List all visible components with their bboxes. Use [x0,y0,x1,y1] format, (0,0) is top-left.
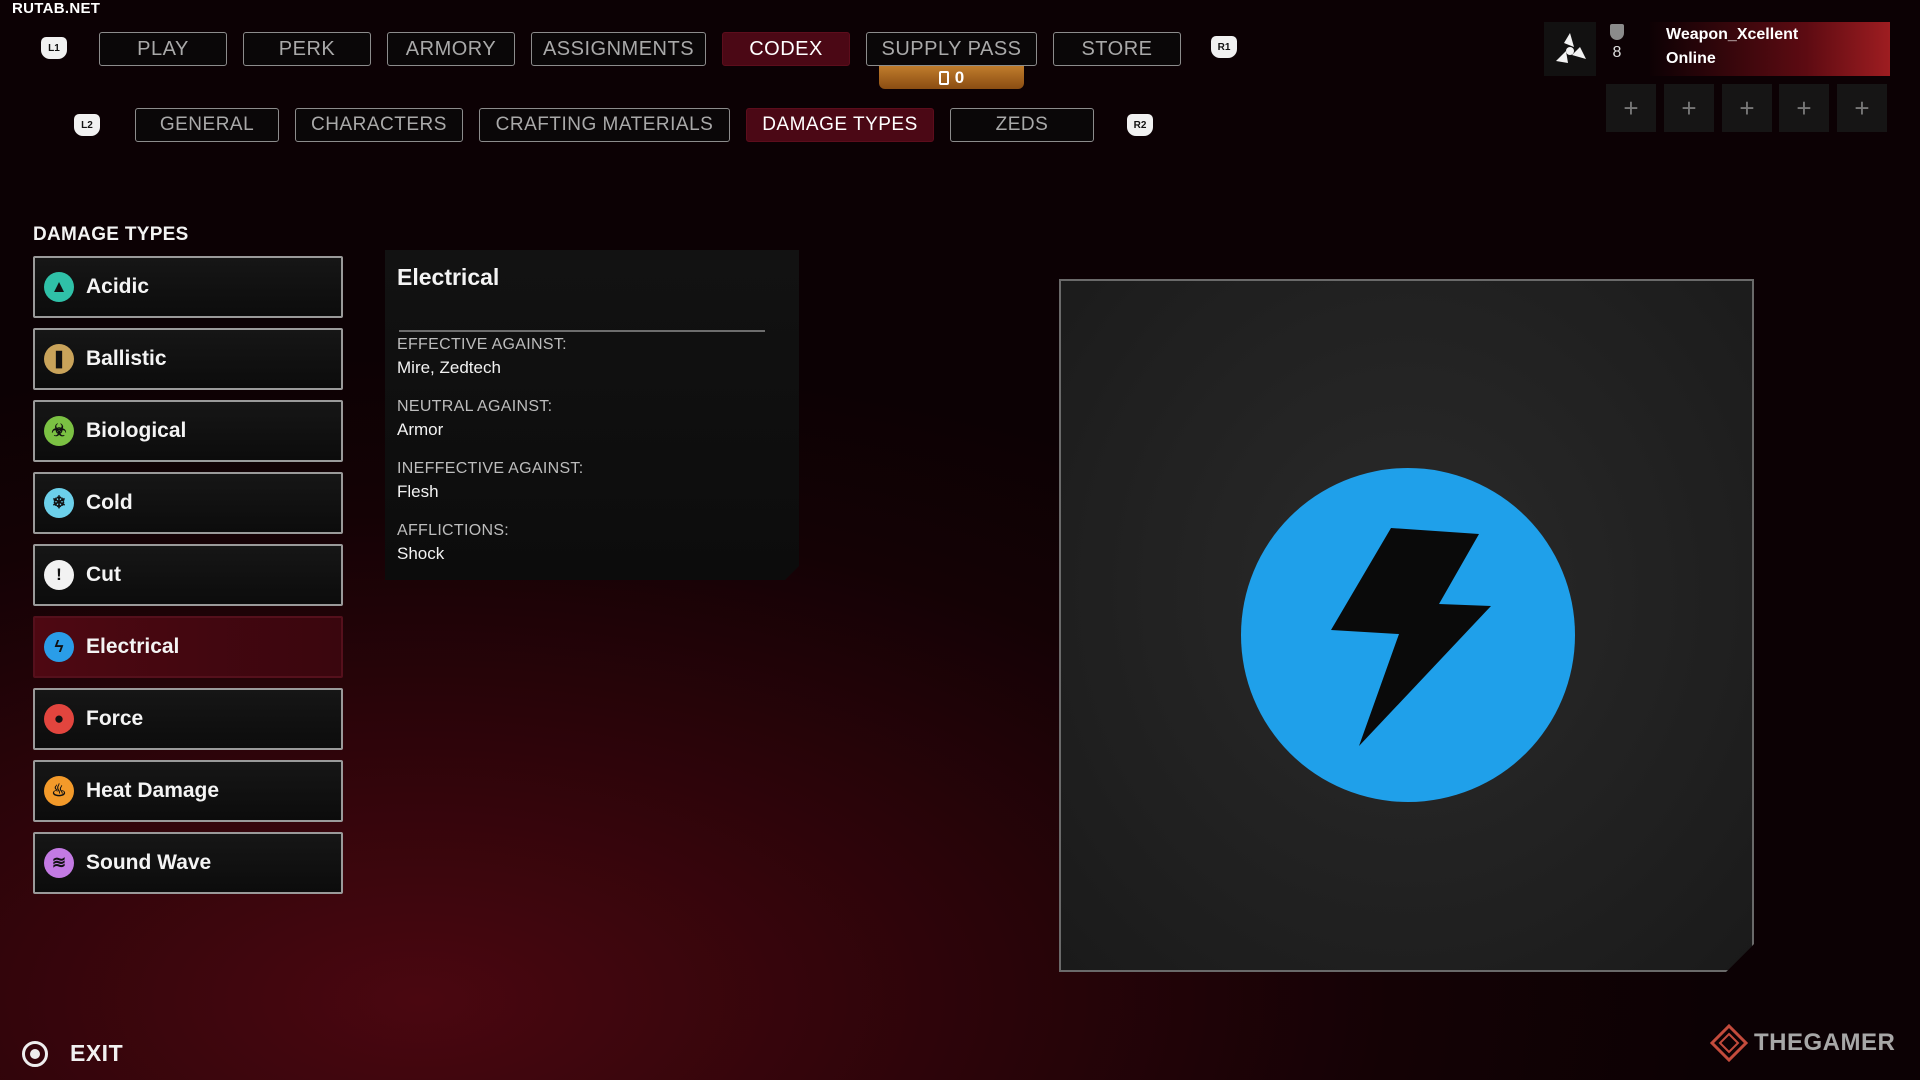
damage-item-electrical[interactable]: ϟ Electrical [33,616,343,678]
acidic-icon: ▲ [44,272,74,302]
r2-button-hint: R2 [1127,114,1153,136]
tab-codex[interactable]: CODEX [722,32,850,66]
party-slot-2[interactable]: + [1664,84,1714,132]
snowflake-icon: ❄ [44,488,74,518]
party-slot-4[interactable]: + [1779,84,1829,132]
party-slot-1[interactable]: + [1606,84,1656,132]
electrical-emblem [1241,468,1575,802]
biohazard-icon: ☣ [44,416,74,446]
l1-button-hint: L1 [41,37,67,59]
damage-type-preview-card [1059,279,1754,972]
effective-against-label: EFFECTIVE AGAINST: [397,336,567,353]
damage-item-label: Biological [86,419,187,442]
damage-item-ballistic[interactable]: ❚ Ballistic [33,328,343,390]
damage-item-label: Heat Damage [86,779,220,802]
damage-item-sound-wave[interactable]: ≋ Sound Wave [33,832,343,894]
subtab-damage-types[interactable]: DAMAGE TYPES [746,108,934,142]
l2-button-hint: L2 [74,114,100,136]
blade-icon: ! [44,560,74,590]
ineffective-against-value: Flesh [397,482,439,501]
soundwave-icon: ≋ [44,848,74,878]
detail-divider [399,330,765,332]
site-watermark: RUTAB.NET [12,0,101,17]
damage-item-label: Electrical [86,635,180,658]
party-slot-5[interactable]: + [1837,84,1887,132]
damage-item-label: Cold [86,491,133,514]
tab-assignments[interactable]: ASSIGNMENTS [531,32,706,66]
supply-pass-count: 0 [954,67,965,87]
level-gem-icon [1610,24,1624,40]
detail-title: Electrical [397,264,500,290]
flame-icon: ♨ [44,776,74,806]
circle-button-icon [22,1040,48,1067]
exit-label: EXIT [70,1040,124,1066]
subtab-characters[interactable]: CHARACTERS [295,108,463,142]
triskelion-icon [1556,33,1586,63]
ineffective-against-label: INEFFECTIVE AGAINST: [397,460,584,477]
neutral-against-value: Armor [397,420,444,439]
player-status: Online [1666,50,1716,67]
subtab-general[interactable]: GENERAL [135,108,279,142]
neutral-against-label: NEUTRAL AGAINST: [397,398,553,415]
damage-item-acidic[interactable]: ▲ Acidic [33,256,343,318]
tab-supply-pass[interactable]: SUPPLY PASS [866,32,1037,66]
effective-against-value: Mire, Zedtech [397,358,501,377]
damage-item-label: Ballistic [86,347,167,370]
player-emblem[interactable] [1544,22,1596,76]
damage-item-cold[interactable]: ❄ Cold [33,472,343,534]
subtab-zeds[interactable]: ZEDS [950,108,1094,142]
damage-item-force[interactable]: ● Force [33,688,343,750]
brand-label: THEGAMER [1754,1029,1896,1056]
tab-store[interactable]: STORE [1053,32,1181,66]
fist-icon: ● [44,704,74,734]
damage-item-cut[interactable]: ! Cut [33,544,343,606]
lightning-icon: ϟ [44,632,74,662]
exit-button[interactable]: EXIT [22,1040,123,1067]
damage-item-biological[interactable]: ☣ Biological [33,400,343,462]
player-name: Weapon_Xcellent [1666,26,1799,43]
damage-item-heat-damage[interactable]: ♨ Heat Damage [33,760,343,822]
subtab-crafting-materials[interactable]: CRAFTING MATERIALS [479,108,730,142]
player-level-number: 8 [1612,44,1622,61]
damage-item-label: Acidic [86,275,150,298]
r1-button-hint: R1 [1211,36,1237,58]
afflictions-label: AFFLICTIONS: [397,522,510,539]
ballistic-icon: ❚ [44,344,74,374]
damage-detail-panel: Electrical EFFECTIVE AGAINST: Mire, Zedt… [385,250,799,580]
player-level: 8 [1604,24,1630,62]
damage-item-label: Cut [86,563,121,586]
supply-pass-badge: 0 [879,66,1024,89]
tab-play[interactable]: PLAY [99,32,227,66]
ticket-icon [938,70,949,85]
party-slot-3[interactable]: + [1722,84,1772,132]
brand-watermark: THEGAMER [1710,1024,1895,1062]
damage-types-heading: DAMAGE TYPES [33,224,189,245]
tab-armory[interactable]: ARMORY [387,32,515,66]
damage-item-label: Force [86,707,144,730]
lightning-bolt-icon [1241,468,1575,802]
afflictions-value: Shock [397,544,445,563]
brand-logo-icon [1710,1024,1748,1062]
damage-item-label: Sound Wave [86,851,212,874]
tab-perk[interactable]: PERK [243,32,371,66]
